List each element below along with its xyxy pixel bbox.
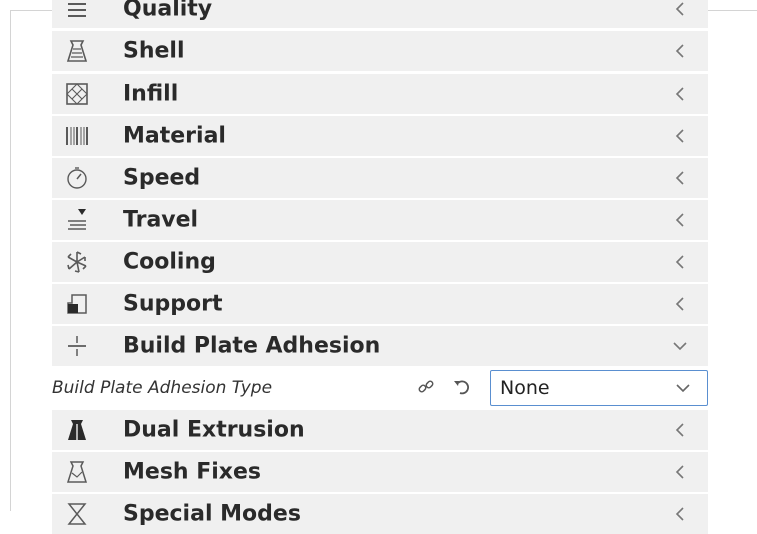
category-infill[interactable]: Infill xyxy=(52,74,708,114)
category-shell[interactable]: Shell xyxy=(52,31,708,71)
mesh-fixes-icon xyxy=(66,461,88,483)
chevron-left-icon xyxy=(675,255,684,269)
cooling-icon xyxy=(67,251,87,273)
support-icon xyxy=(67,294,87,314)
chevron-left-icon xyxy=(675,297,684,311)
category-label: Shell xyxy=(123,38,185,64)
category-speed[interactable]: Speed xyxy=(52,158,708,198)
category-label: Special Modes xyxy=(123,501,301,527)
chevron-left-icon xyxy=(675,44,684,58)
reset-icon[interactable] xyxy=(452,377,472,397)
infill-icon xyxy=(66,83,88,105)
material-icon xyxy=(66,127,88,145)
category-label: Material xyxy=(123,123,226,149)
category-build-plate-adhesion[interactable]: Build Plate Adhesion xyxy=(52,326,708,366)
category-material[interactable]: Material xyxy=(52,116,708,156)
special-modes-icon xyxy=(67,503,87,525)
setting-build-plate-adhesion-type: Build Plate Adhesion Type None xyxy=(52,368,712,408)
chevron-down-icon xyxy=(673,342,687,351)
shell-icon xyxy=(66,40,88,62)
travel-icon xyxy=(68,209,86,230)
chevron-left-icon xyxy=(675,171,684,185)
adhesion-icon xyxy=(68,336,86,356)
category-label: Quality xyxy=(123,0,213,22)
chevron-left-icon xyxy=(675,423,684,437)
chevron-left-icon xyxy=(675,465,684,479)
chevron-left-icon xyxy=(675,507,684,521)
category-label: Speed xyxy=(123,165,201,191)
quality-icon xyxy=(68,3,86,17)
dual-extrusion-icon xyxy=(68,420,86,440)
category-support[interactable]: Support xyxy=(52,284,708,324)
panel-left-border xyxy=(10,10,11,511)
chevron-left-icon xyxy=(675,87,684,101)
setting-label: Build Plate Adhesion Type xyxy=(52,378,273,398)
category-mesh-fixes[interactable]: Mesh Fixes xyxy=(52,452,708,492)
adhesion-type-value: None xyxy=(500,377,550,399)
adhesion-type-select[interactable]: None xyxy=(490,370,708,406)
category-label: Infill xyxy=(123,81,179,107)
link-icon[interactable] xyxy=(417,378,435,396)
category-label: Dual Extrusion xyxy=(123,417,305,443)
category-quality[interactable]: Quality xyxy=(52,0,708,28)
category-label: Travel xyxy=(123,207,199,233)
speed-icon xyxy=(67,167,87,189)
category-label: Build Plate Adhesion xyxy=(123,333,381,359)
category-dual-extrusion[interactable]: Dual Extrusion xyxy=(52,410,708,450)
chevron-left-icon xyxy=(675,129,684,143)
chevron-down-icon xyxy=(676,384,690,393)
category-travel[interactable]: Travel xyxy=(52,200,708,240)
category-label: Support xyxy=(123,291,223,317)
category-label: Mesh Fixes xyxy=(123,459,262,485)
category-special-modes[interactable]: Special Modes xyxy=(52,494,708,534)
category-cooling[interactable]: Cooling xyxy=(52,242,708,282)
chevron-left-icon xyxy=(675,213,684,227)
chevron-left-icon xyxy=(675,2,684,16)
category-label: Cooling xyxy=(123,249,216,275)
